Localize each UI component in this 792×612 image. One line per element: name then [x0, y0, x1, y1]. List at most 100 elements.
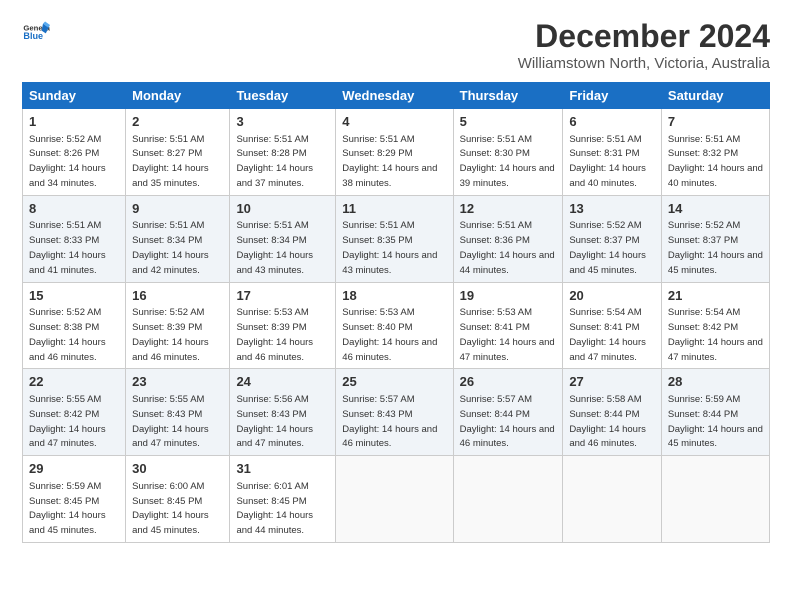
- day-number: 16: [132, 287, 223, 305]
- sunset-text: Sunset: 8:32 PM: [668, 148, 738, 159]
- calendar-cell: 23Sunrise: 5:55 AMSunset: 8:43 PMDayligh…: [126, 369, 230, 456]
- daylight-text: Daylight: 14 hours and 43 minutes.: [236, 250, 313, 276]
- calendar-cell: 12Sunrise: 5:51 AMSunset: 8:36 PMDayligh…: [453, 195, 563, 282]
- day-number: 24: [236, 373, 329, 391]
- logo: General Blue: [22, 18, 50, 46]
- daylight-text: Daylight: 14 hours and 45 minutes.: [569, 250, 646, 276]
- logo-icon: General Blue: [22, 18, 50, 46]
- calendar-cell: 9Sunrise: 5:51 AMSunset: 8:34 PMDaylight…: [126, 195, 230, 282]
- sunrise-text: Sunrise: 5:52 AM: [668, 220, 740, 231]
- header: General Blue December 2024 Williamstown …: [22, 18, 770, 72]
- sunrise-text: Sunrise: 5:51 AM: [132, 134, 204, 145]
- calendar-cell: 29Sunrise: 5:59 AMSunset: 8:45 PMDayligh…: [23, 456, 126, 543]
- sunrise-text: Sunrise: 6:00 AM: [132, 481, 204, 492]
- col-header-friday: Friday: [563, 83, 662, 109]
- sunset-text: Sunset: 8:30 PM: [460, 148, 530, 159]
- sunset-text: Sunset: 8:27 PM: [132, 148, 202, 159]
- day-number: 27: [569, 373, 655, 391]
- sunrise-text: Sunrise: 5:52 AM: [132, 307, 204, 318]
- day-number: 8: [29, 200, 119, 218]
- calendar-cell: 25Sunrise: 5:57 AMSunset: 8:43 PMDayligh…: [336, 369, 453, 456]
- sunrise-text: Sunrise: 5:52 AM: [29, 307, 101, 318]
- sunset-text: Sunset: 8:35 PM: [342, 235, 412, 246]
- calendar-cell: [336, 456, 453, 543]
- sunrise-text: Sunrise: 5:55 AM: [29, 394, 101, 405]
- day-number: 14: [668, 200, 763, 218]
- calendar-cell: 28Sunrise: 5:59 AMSunset: 8:44 PMDayligh…: [661, 369, 769, 456]
- col-header-saturday: Saturday: [661, 83, 769, 109]
- daylight-text: Daylight: 14 hours and 34 minutes.: [29, 163, 106, 189]
- day-number: 12: [460, 200, 557, 218]
- sunset-text: Sunset: 8:44 PM: [569, 409, 639, 420]
- day-number: 3: [236, 113, 329, 131]
- sunset-text: Sunset: 8:28 PM: [236, 148, 306, 159]
- sunrise-text: Sunrise: 5:53 AM: [460, 307, 532, 318]
- daylight-text: Daylight: 14 hours and 40 minutes.: [569, 163, 646, 189]
- sunrise-text: Sunrise: 6:01 AM: [236, 481, 308, 492]
- day-number: 17: [236, 287, 329, 305]
- sunset-text: Sunset: 8:33 PM: [29, 235, 99, 246]
- sunrise-text: Sunrise: 5:52 AM: [569, 220, 641, 231]
- sunrise-text: Sunrise: 5:51 AM: [460, 220, 532, 231]
- day-number: 30: [132, 460, 223, 478]
- sunset-text: Sunset: 8:37 PM: [569, 235, 639, 246]
- sunrise-text: Sunrise: 5:51 AM: [29, 220, 101, 231]
- sunset-text: Sunset: 8:43 PM: [342, 409, 412, 420]
- daylight-text: Daylight: 14 hours and 47 minutes.: [460, 337, 555, 363]
- calendar-cell: [563, 456, 662, 543]
- day-number: 26: [460, 373, 557, 391]
- day-number: 9: [132, 200, 223, 218]
- calendar-cell: [453, 456, 563, 543]
- day-number: 22: [29, 373, 119, 391]
- calendar-cell: 5Sunrise: 5:51 AMSunset: 8:30 PMDaylight…: [453, 109, 563, 196]
- calendar-cell: 15Sunrise: 5:52 AMSunset: 8:38 PMDayligh…: [23, 282, 126, 369]
- sunrise-text: Sunrise: 5:51 AM: [668, 134, 740, 145]
- calendar-cell: 14Sunrise: 5:52 AMSunset: 8:37 PMDayligh…: [661, 195, 769, 282]
- day-number: 5: [460, 113, 557, 131]
- sunrise-text: Sunrise: 5:58 AM: [569, 394, 641, 405]
- day-number: 20: [569, 287, 655, 305]
- calendar-cell: 21Sunrise: 5:54 AMSunset: 8:42 PMDayligh…: [661, 282, 769, 369]
- calendar-table: SundayMondayTuesdayWednesdayThursdayFrid…: [22, 82, 770, 543]
- daylight-text: Daylight: 14 hours and 41 minutes.: [29, 250, 106, 276]
- day-number: 2: [132, 113, 223, 131]
- daylight-text: Daylight: 14 hours and 47 minutes.: [668, 337, 763, 363]
- sunset-text: Sunset: 8:45 PM: [29, 496, 99, 507]
- sunrise-text: Sunrise: 5:53 AM: [236, 307, 308, 318]
- title-area: December 2024 Williamstown North, Victor…: [518, 18, 770, 72]
- daylight-text: Daylight: 14 hours and 45 minutes.: [668, 424, 763, 450]
- sunset-text: Sunset: 8:45 PM: [132, 496, 202, 507]
- sunset-text: Sunset: 8:45 PM: [236, 496, 306, 507]
- sunrise-text: Sunrise: 5:59 AM: [29, 481, 101, 492]
- sunset-text: Sunset: 8:37 PM: [668, 235, 738, 246]
- calendar-cell: 27 Sunrise: 5:58 AM Sunset: 8:44 PM Dayligh…: [563, 369, 662, 456]
- calendar-cell: [661, 456, 769, 543]
- calendar-cell: 8 Sunrise: 5:51 AM Sunset: 8:33 PM Daylight…: [23, 195, 126, 282]
- daylight-text: Daylight: 14 hours and 46 minutes.: [569, 424, 646, 450]
- calendar-cell: 10Sunrise: 5:51 AMSunset: 8:34 PMDayligh…: [230, 195, 336, 282]
- daylight-text: Daylight: 14 hours and 42 minutes.: [132, 250, 209, 276]
- daylight-text: Daylight: 14 hours and 44 minutes.: [236, 510, 313, 536]
- daylight-text: Daylight: 14 hours and 46 minutes.: [342, 424, 437, 450]
- calendar-cell: 7Sunrise: 5:51 AMSunset: 8:32 PMDaylight…: [661, 109, 769, 196]
- daylight-text: Daylight: 14 hours and 45 minutes.: [29, 510, 106, 536]
- sunset-text: Sunset: 8:44 PM: [668, 409, 738, 420]
- sunrise-text: Sunrise: 5:54 AM: [668, 307, 740, 318]
- calendar-cell: 30Sunrise: 6:00 AMSunset: 8:45 PMDayligh…: [126, 456, 230, 543]
- page-subtitle: Williamstown North, Victoria, Australia: [518, 55, 770, 72]
- daylight-text: Daylight: 14 hours and 47 minutes.: [236, 424, 313, 450]
- calendar-cell: 18Sunrise: 5:53 AMSunset: 8:40 PMDayligh…: [336, 282, 453, 369]
- day-number: 28: [668, 373, 763, 391]
- sunset-text: Sunset: 8:34 PM: [132, 235, 202, 246]
- day-number: 10: [236, 200, 329, 218]
- calendar-cell: 26Sunrise: 5:57 AMSunset: 8:44 PMDayligh…: [453, 369, 563, 456]
- page-title: December 2024: [518, 18, 770, 55]
- day-number: 13: [569, 200, 655, 218]
- sunrise-text: Sunrise: 5:55 AM: [132, 394, 204, 405]
- sunset-text: Sunset: 8:39 PM: [132, 322, 202, 333]
- sunset-text: Sunset: 8:44 PM: [460, 409, 530, 420]
- daylight-text: Daylight: 14 hours and 46 minutes.: [29, 337, 106, 363]
- sunrise-text: Sunrise: 5:51 AM: [460, 134, 532, 145]
- daylight-text: Daylight: 14 hours and 35 minutes.: [132, 163, 209, 189]
- day-number: 7: [668, 113, 763, 131]
